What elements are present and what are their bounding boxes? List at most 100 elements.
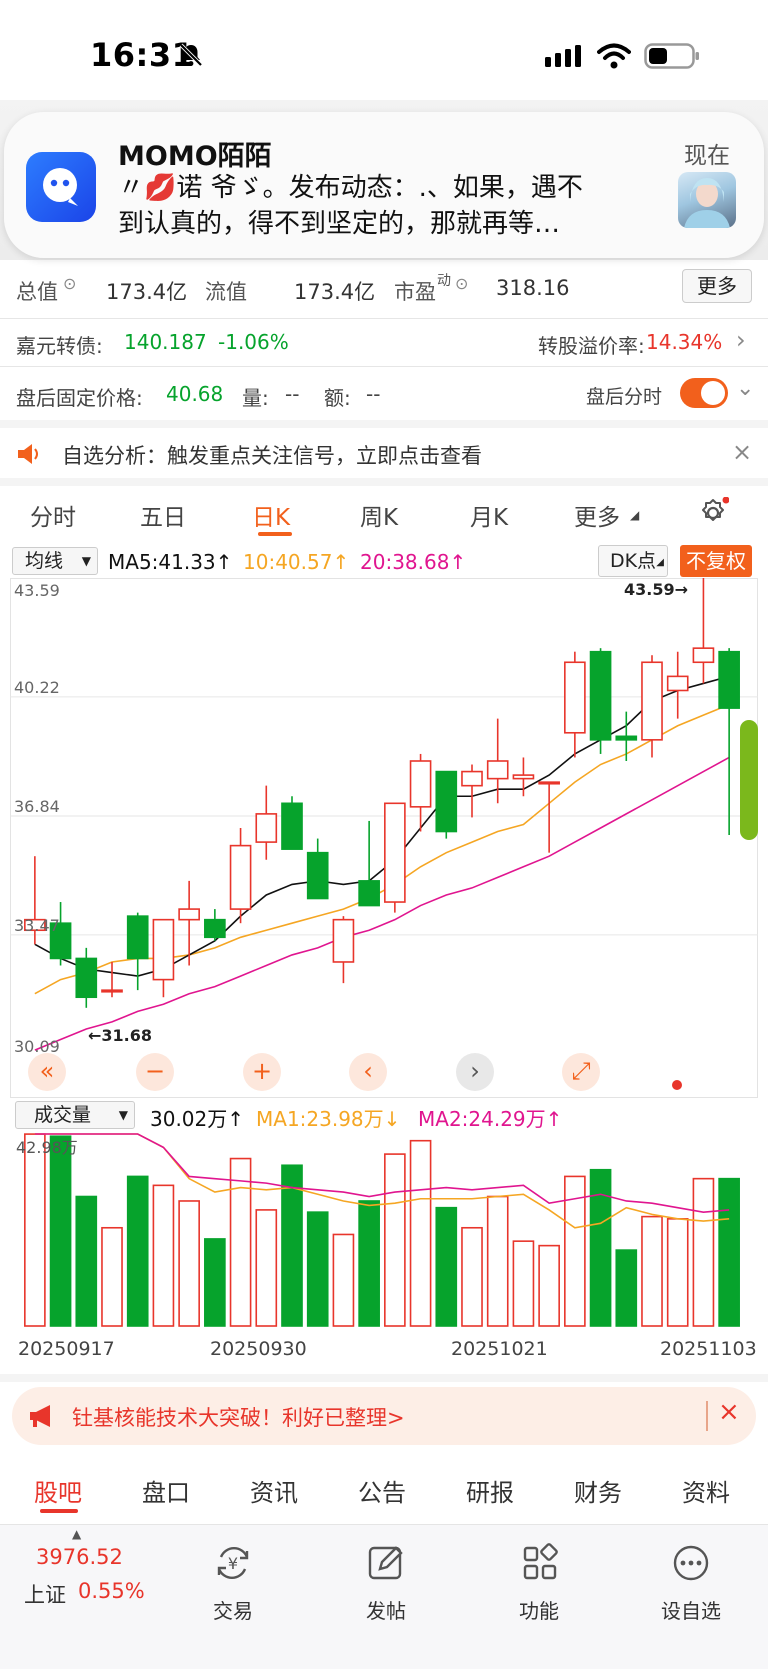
info-icon[interactable]: ⊙ [455, 274, 468, 293]
tab-announcements[interactable]: 公告 [358, 1473, 406, 1508]
fullscreen-icon[interactable]: ⤢ [562, 1053, 600, 1091]
volume-bar [718, 1177, 740, 1327]
bond-price: 140.187 [124, 330, 207, 354]
volume-bar [461, 1226, 483, 1327]
tab-five-day[interactable]: 五日 [140, 498, 186, 532]
convertible-bond-row[interactable]: 嘉元转债: 140.187 -1.06% 转股溢价率: 14.34% › [0, 318, 768, 366]
push-notification[interactable]: MOMO陌陌 现在 〃💋诺 爷ゞ。发布动态：.、如果，遇不 到认真的，得不到坚定… [4, 112, 764, 258]
after-hours-toggle-label: 盘后分时 [586, 386, 663, 408]
volume-bar [486, 1195, 509, 1327]
indicator-select[interactable]: 均线 ▼ [12, 547, 98, 575]
functions-icon[interactable] [520, 1543, 560, 1583]
candle-body [126, 915, 149, 960]
alert-banner[interactable]: 自选分析：触发重点关注信号，立即点击查看 × [0, 428, 768, 478]
tab-minute[interactable]: 分时 [30, 498, 76, 532]
tab-guba[interactable]: 股吧 [34, 1473, 82, 1508]
tab-news[interactable]: 资讯 [250, 1473, 298, 1508]
ma20-line [34, 756, 730, 1051]
total-value-label: 总值 [16, 280, 58, 304]
notification-time: 现在 [684, 143, 730, 169]
volume-bar [75, 1195, 98, 1327]
volume-bar [615, 1249, 638, 1327]
stats-row: 总值 ⊙ 173.4亿 流值 173.4亿 市盈 动 ⊙ 318.16 [0, 268, 768, 318]
triangle-down-icon: ◢ [630, 508, 640, 522]
ma5-value: MA5:41.33↑ [108, 550, 233, 574]
candle-body [409, 760, 432, 808]
divider [706, 1401, 708, 1431]
after-hours-vol-label: 量: [242, 386, 269, 410]
prev-button[interactable]: ‹ [349, 1053, 387, 1091]
volume-chart[interactable] [10, 1130, 758, 1330]
close-icon[interactable]: × [732, 438, 752, 466]
trade-icon[interactable]: ¥ [213, 1543, 253, 1583]
tab-daily-k[interactable]: 日K [252, 498, 290, 532]
scroll-handle[interactable] [740, 720, 758, 840]
triangle-down-icon: ▼ [81, 554, 91, 568]
chevron-down-icon[interactable]: ⌄ [736, 376, 754, 401]
active-tab-indicator [258, 532, 292, 536]
candle-body [461, 770, 483, 787]
volume-bar [384, 1153, 406, 1327]
bond-change: -1.06% [218, 330, 289, 354]
bond-label: 嘉元转债: [16, 334, 103, 358]
tab-profile[interactable]: 资料 [682, 1473, 730, 1508]
volume-bar [589, 1168, 612, 1327]
ma10-value: 10:40.57↑ [243, 550, 350, 574]
volume-bar [126, 1175, 149, 1327]
rewind-button[interactable]: « [28, 1053, 66, 1091]
float-value: 173.4亿 [294, 280, 376, 304]
next-button[interactable]: › [456, 1053, 494, 1091]
info-icon[interactable]: ⊙ [63, 274, 76, 293]
volume-indicator-select[interactable]: 成交量 ▼ [15, 1101, 135, 1129]
ma-lines [34, 675, 730, 1051]
tab-weekly-k[interactable]: 周K [360, 498, 398, 532]
candle-body [718, 650, 740, 709]
vol-ma1-value: MA1:23.98万↓ [256, 1107, 401, 1131]
post-label: 发帖 [366, 1599, 406, 1623]
candle-body [229, 844, 252, 910]
candle-body [615, 735, 638, 741]
section-spacer [0, 1374, 768, 1382]
wifi-icon [597, 43, 631, 69]
x-tick-label: 20251103 [660, 1338, 757, 1360]
trade-label: 交易 [213, 1599, 253, 1623]
battery-icon [644, 43, 699, 69]
cellular-signal-icon [545, 45, 581, 67]
more-dots-icon[interactable] [671, 1543, 711, 1583]
volume-value: 30.02万↑ [150, 1107, 245, 1131]
candle-body [435, 770, 458, 833]
no-adjust-button[interactable]: 不复权 [680, 545, 752, 577]
notification-body: 〃💋诺 爷ゞ。发布动态：.、如果，遇不 到认真的，得不到坚定的，那就再等… [118, 173, 583, 239]
close-icon[interactable]: × [718, 1397, 740, 1427]
index-change: 0.55% [78, 1579, 145, 1603]
promo-banner[interactable]: 钍基核能技术大突破！利好已整理> × [12, 1387, 756, 1445]
candlestick-chart[interactable]: 43.5940.2236.8433.4730.09 [10, 578, 758, 1098]
tab-more[interactable]: 更多 [574, 498, 620, 532]
volume-bar [152, 1184, 175, 1327]
volume-bars [24, 1133, 740, 1327]
candle-body [178, 908, 200, 921]
more-stats-button[interactable]: 更多 [682, 269, 752, 303]
candle-body [75, 957, 98, 999]
zoom-out-button[interactable]: − [136, 1053, 174, 1091]
tab-finance[interactable]: 财务 [574, 1473, 622, 1508]
candle-body [101, 989, 123, 993]
premium-value: 14.34% [646, 330, 723, 354]
tab-research[interactable]: 研报 [466, 1473, 514, 1508]
after-hours-toggle[interactable] [680, 378, 728, 408]
triangle-down-icon: ▼ [118, 1108, 128, 1122]
tab-pankou[interactable]: 盘口 [142, 1473, 190, 1508]
gear-icon[interactable] [697, 497, 729, 529]
index-name: 上证 [24, 1583, 66, 1607]
tab-monthly-k[interactable]: 月K [470, 498, 508, 532]
pe-value: 318.16 [496, 276, 570, 300]
x-tick-label: 20250930 [210, 1338, 307, 1360]
candle-body [358, 880, 380, 907]
period-tabs: 分时 五日 日K 周K 月K 更多 ◢ [0, 488, 768, 544]
zoom-in-button[interactable]: + [243, 1053, 281, 1091]
volume-bar [255, 1209, 278, 1327]
post-icon[interactable] [366, 1543, 406, 1583]
dk-point-button[interactable]: DK点 ◢ [598, 545, 668, 577]
index-value[interactable]: 3976.52 [36, 1545, 123, 1569]
volume-bar [538, 1244, 560, 1327]
